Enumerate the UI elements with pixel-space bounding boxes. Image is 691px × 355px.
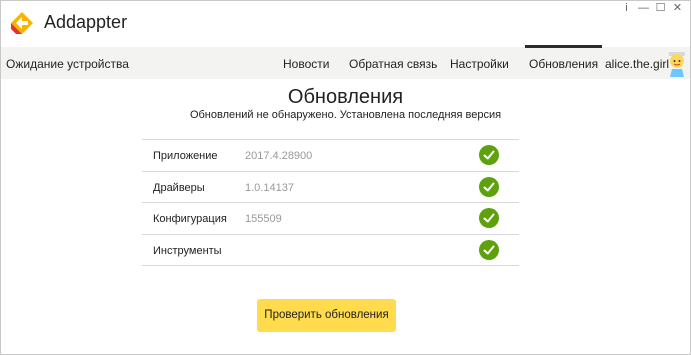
title-bar: Addappter i — ☐ ✕ [1, 1, 690, 45]
user-avatar-icon[interactable] [667, 51, 687, 77]
component-name: Конфигурация [153, 213, 227, 225]
table-row: Приложение 2017.4.28900 [142, 140, 519, 172]
component-version: 2017.4.28900 [245, 150, 313, 162]
check-icon [479, 145, 499, 165]
component-version: 1.0.14137 [245, 181, 294, 194]
nav-bar: Ожидание устройства Новости Обратная свя… [1, 45, 690, 79]
minimize-icon[interactable]: — [635, 1, 652, 15]
app-window: Addappter i — ☐ ✕ Ожидание устройства Но… [0, 0, 691, 355]
addappter-logo-icon [11, 12, 33, 34]
close-icon[interactable]: ✕ [669, 1, 686, 15]
app-title: Addappter [44, 12, 128, 32]
updates-table: Приложение 2017.4.28900 Драйверы 1.0.141… [142, 139, 519, 266]
tab-feedback[interactable]: Обратная связь [349, 57, 437, 71]
table-row: Инструменты [142, 235, 519, 266]
window-controls: i — ☐ ✕ [618, 1, 686, 15]
table-row: Драйверы 1.0.14137 [142, 172, 519, 203]
check-icon [479, 176, 499, 197]
component-version: 155509 [245, 213, 282, 225]
tab-settings[interactable]: Настройки [450, 57, 509, 71]
user-name[interactable]: alice.the.girl [605, 57, 669, 71]
page-subtitle: Обновлений не обнаружено. Установлена по… [189, 109, 502, 121]
component-name: Приложение [153, 150, 218, 162]
device-status: Ожидание устройства [6, 57, 129, 71]
check-icon [479, 239, 499, 260]
check-icon [479, 208, 499, 228]
info-icon[interactable]: i [618, 1, 635, 15]
tab-news[interactable]: Новости [283, 57, 329, 71]
maximize-icon[interactable]: ☐ [652, 1, 669, 15]
tab-updates[interactable]: Обновления [524, 45, 603, 71]
table-row: Конфигурация 155509 [142, 203, 519, 235]
page-title: Обновления [287, 86, 404, 108]
component-name: Инструменты [153, 244, 222, 257]
component-name: Драйверы [153, 181, 205, 194]
check-updates-button[interactable]: Проверить обновления [257, 299, 396, 332]
